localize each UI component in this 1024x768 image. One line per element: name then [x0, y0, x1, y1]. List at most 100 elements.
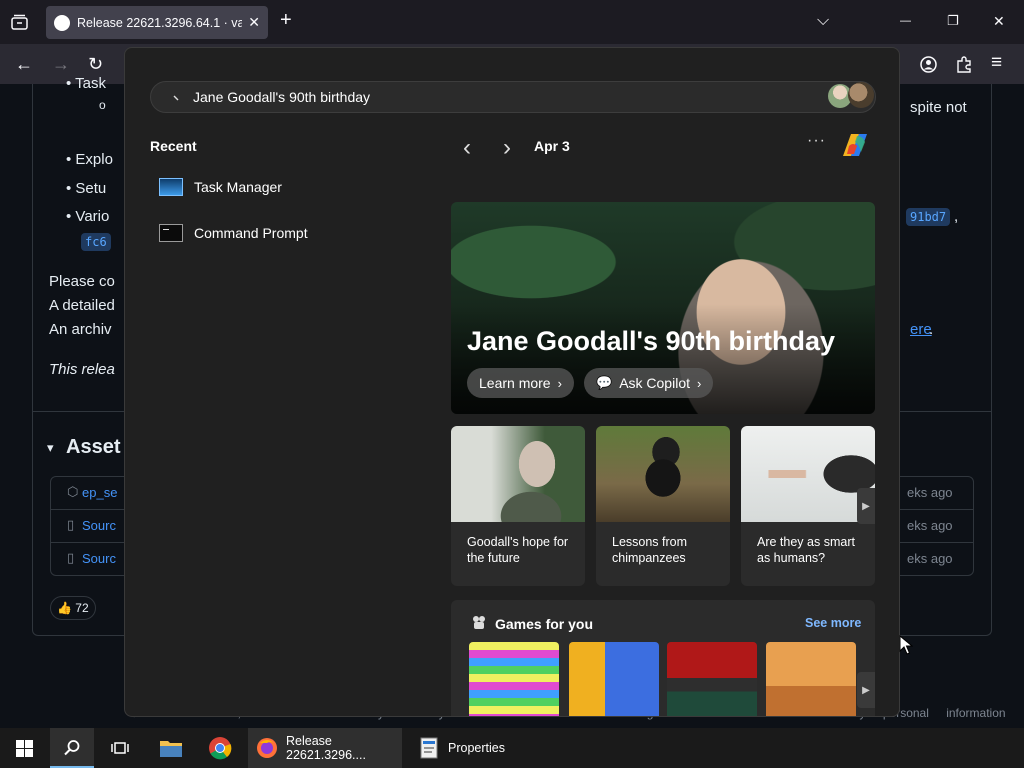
commit-hash-link[interactable]: 91bd7	[906, 208, 951, 226]
release-note: This relea	[49, 361, 115, 378]
news-caption: Goodall's hope for the future	[467, 535, 569, 565]
search-input[interactable]: Jane Goodall's 90th birthday	[150, 81, 876, 113]
recent-item-label: Command Prompt	[194, 225, 308, 241]
recent-item-task-manager[interactable]: Task Manager	[159, 173, 379, 201]
news-image	[451, 426, 585, 522]
learn-more-button[interactable]: Learn more ›	[467, 368, 574, 398]
assets-heading: Asset	[66, 436, 121, 458]
chrome-icon	[209, 737, 232, 760]
sub-bullet: o	[99, 98, 106, 112]
tab-close-icon[interactable]: ✕	[248, 14, 260, 31]
games-next-button[interactable]: ▶	[857, 672, 875, 708]
minimize-button[interactable]: —	[900, 13, 911, 29]
search-icon	[173, 95, 179, 101]
task-manager-icon	[159, 178, 183, 196]
extensions-icon[interactable]	[956, 56, 973, 73]
bullet-item: • Setu	[66, 180, 107, 197]
highlight-date: Apr 3	[534, 138, 570, 154]
github-icon	[54, 14, 70, 31]
task-view-icon	[111, 742, 129, 754]
bullet-item: • Explo	[66, 151, 113, 168]
game-controller-icon	[473, 616, 485, 629]
task-view-button[interactable]	[100, 728, 140, 768]
tab-overview-icon[interactable]	[11, 14, 28, 30]
paragraph: Please co	[49, 273, 115, 290]
link-period: .	[929, 321, 934, 338]
asset-name[interactable]: ep_se	[82, 485, 117, 500]
hero-title: Jane Goodall's 90th birthday	[467, 326, 836, 356]
reload-button[interactable]: ↻	[88, 55, 103, 73]
properties-icon	[420, 737, 438, 759]
game-tile[interactable]	[569, 642, 659, 716]
recent-item-label: Task Manager	[194, 179, 282, 195]
carousel-next-button[interactable]: ▶	[857, 488, 875, 524]
search-taskbar-button[interactable]	[50, 728, 94, 768]
more-options-button[interactable]: ···	[807, 132, 826, 150]
thumbs-up-reaction[interactable]: 👍 72	[50, 596, 96, 620]
previous-day-button[interactable]: ‹	[453, 134, 481, 162]
assets-toggle[interactable]: ▾	[47, 440, 54, 456]
news-caption: Are they as smart as humans?	[757, 535, 855, 565]
asset-name[interactable]: Sourc	[82, 518, 116, 533]
ask-copilot-label: Ask Copilot	[619, 375, 690, 391]
games-section: Games for you See more ▶	[451, 600, 875, 716]
recent-item-command-prompt[interactable]: Command Prompt	[159, 219, 379, 247]
maximize-button[interactable]: ❐	[947, 13, 959, 29]
start-button[interactable]	[4, 728, 44, 768]
bullet-item: • Vario	[66, 208, 110, 225]
firefox-taskbar-app[interactable]: Release 22621.3296....	[248, 728, 402, 768]
news-card[interactable]: Goodall's hope for the future	[451, 426, 585, 586]
package-icon: ⬡	[67, 484, 79, 499]
news-image	[741, 426, 875, 522]
properties-taskbar-app[interactable]: Properties	[410, 728, 562, 768]
news-card[interactable]: Are they as smart as humans?	[741, 426, 875, 586]
snippet-right: spite not	[910, 99, 967, 116]
chat-bubble-icon: 💬	[596, 375, 613, 390]
zip-icon: ▯	[67, 517, 75, 532]
command-prompt-icon	[159, 224, 183, 242]
copilot-icon[interactable]	[839, 130, 871, 160]
forward-button[interactable]: →	[52, 55, 70, 73]
file-explorer-button[interactable]	[150, 728, 192, 768]
tab-title: Release 22621.3296.64.1 · valinet	[77, 15, 243, 30]
new-tab-button[interactable]: +	[280, 10, 292, 30]
firefox-icon	[257, 738, 277, 758]
windows-taskbar: Release 22621.3296.... Properties	[0, 728, 1024, 768]
news-card[interactable]: Lessons from chimpanzees	[596, 426, 730, 586]
window-close-button[interactable]: ✕	[993, 13, 1005, 29]
news-image	[596, 426, 730, 522]
properties-app-label: Properties	[448, 741, 505, 755]
game-tile[interactable]	[667, 642, 757, 716]
hero-card[interactable]: Jane Goodall's 90th birthday Learn more …	[451, 202, 875, 414]
app-menu-icon[interactable]: ≡	[991, 53, 1002, 72]
folder-icon	[160, 741, 182, 757]
chevron-right-icon: ›	[697, 375, 702, 391]
zip-icon: ▯	[67, 550, 75, 565]
chrome-button[interactable]	[199, 728, 241, 768]
mouse-cursor-icon	[899, 635, 913, 655]
see-more-link[interactable]: See more	[805, 616, 861, 630]
games-title: Games for you	[495, 616, 594, 632]
game-tile[interactable]	[766, 642, 856, 716]
hash-comma: ,	[954, 208, 959, 225]
asset-time: eks ago	[907, 485, 953, 500]
browser-tab-active[interactable]: Release 22621.3296.64.1 · valinet ✕	[46, 6, 268, 39]
account-icon[interactable]	[920, 56, 937, 73]
back-button[interactable]: ←	[15, 55, 33, 73]
thumbs-up-icon: 👍	[57, 601, 73, 615]
reaction-count: 72	[75, 601, 89, 615]
firefox-app-label: Release 22621.3296....	[286, 734, 366, 762]
list-all-tabs-icon[interactable]: ⌵	[817, 13, 829, 29]
commit-hash-link[interactable]: fc6	[81, 233, 111, 251]
asset-time: eks ago	[907, 518, 953, 533]
search-icon	[64, 740, 80, 756]
asset-time: eks ago	[907, 551, 953, 566]
chimpanzee-avatar[interactable]	[848, 82, 874, 108]
browser-tab-bar: Release 22621.3296.64.1 · valinet ✕ + ⌵ …	[0, 0, 1024, 44]
next-day-button[interactable]: ›	[493, 134, 521, 162]
ask-copilot-button[interactable]: 💬 Ask Copilot ›	[584, 368, 714, 398]
paragraph: An archiv	[49, 321, 112, 338]
asset-name[interactable]: Sourc	[82, 551, 116, 566]
game-tile[interactable]	[469, 642, 559, 716]
bullet-item: • Task	[66, 75, 106, 92]
